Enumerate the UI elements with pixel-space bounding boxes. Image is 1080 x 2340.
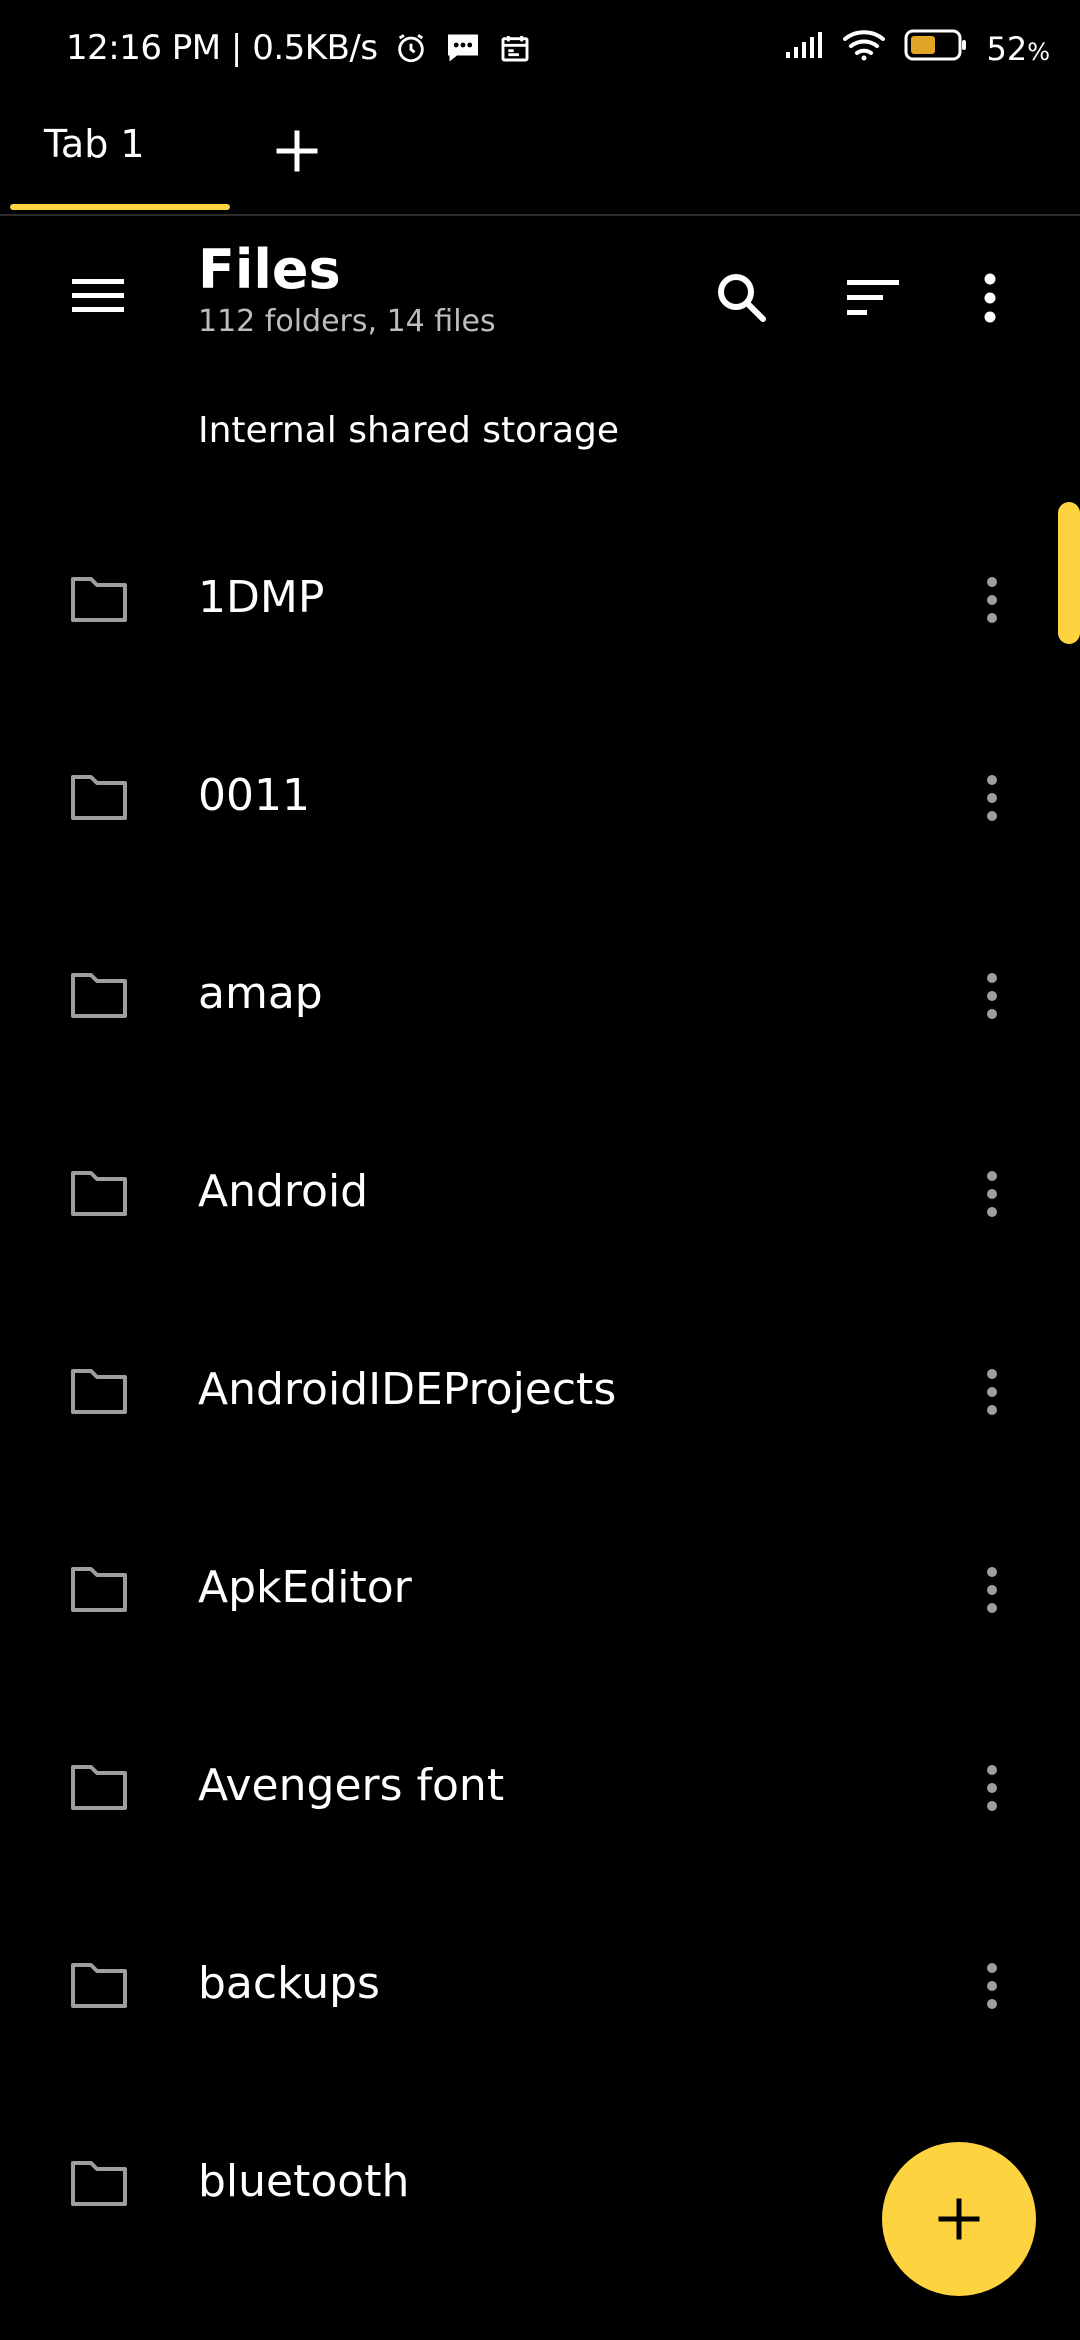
more-vertical-icon xyxy=(984,273,996,323)
add-tab-button[interactable] xyxy=(262,116,332,186)
item-more-button[interactable] xyxy=(962,1354,1022,1430)
more-vertical-icon xyxy=(987,1567,997,1613)
list-item[interactable]: Android xyxy=(0,1094,1060,1292)
plus-icon xyxy=(276,130,318,172)
file-name: 1DMP xyxy=(198,572,325,623)
more-vertical-icon xyxy=(987,1963,997,2009)
list-item[interactable]: amap xyxy=(0,896,1060,1094)
file-name: 0011 xyxy=(198,770,310,821)
more-vertical-icon xyxy=(987,775,997,821)
tab-1[interactable]: Tab 1 xyxy=(10,100,230,210)
item-more-button[interactable] xyxy=(962,562,1022,638)
file-name: bluetooth xyxy=(198,2156,410,2207)
folder-icon xyxy=(71,775,127,820)
folder-file-count: 112 folders, 14 files xyxy=(198,304,496,339)
item-more-button[interactable] xyxy=(962,1552,1022,1628)
folder-icon xyxy=(71,1567,127,1612)
scrollbar-thumb[interactable] xyxy=(1058,502,1080,644)
item-more-button[interactable] xyxy=(962,958,1022,1034)
folder-icon xyxy=(71,1171,127,1216)
folder-icon xyxy=(71,1963,127,2008)
item-more-button[interactable] xyxy=(962,1948,1022,2024)
file-name: backups xyxy=(198,1958,380,2009)
calendar-icon xyxy=(496,29,534,67)
list-item[interactable]: Avengers font xyxy=(0,1688,1060,1886)
list-item[interactable]: AndroidIDEProjects xyxy=(0,1292,1060,1490)
toolbar: Files 112 folders, 14 files xyxy=(0,216,1080,366)
item-more-button[interactable] xyxy=(962,1156,1022,1232)
file-name: ApkEditor xyxy=(198,1562,412,1613)
folder-icon xyxy=(71,973,127,1018)
more-vertical-icon xyxy=(987,1369,997,1415)
plus-icon xyxy=(938,2198,980,2240)
message-icon xyxy=(444,29,482,67)
list-item[interactable]: backups xyxy=(0,1886,1060,2084)
wifi-icon xyxy=(842,28,886,70)
storage-label[interactable]: Internal shared storage xyxy=(198,410,619,451)
alarm-icon xyxy=(392,29,430,67)
status-bar: 12:16 PM | 0.5KB/s 52% xyxy=(0,0,1080,100)
title-block: Files 112 folders, 14 files xyxy=(198,238,496,342)
more-vertical-icon xyxy=(987,1171,997,1217)
folder-icon xyxy=(71,1369,127,1414)
list-item[interactable]: ApkEditor xyxy=(0,1490,1060,1688)
search-icon xyxy=(718,274,766,322)
tab-active-indicator xyxy=(10,204,230,210)
file-name: amap xyxy=(198,968,323,1019)
file-name: AndroidIDEProjects xyxy=(198,1364,617,1415)
battery-level: 52% xyxy=(986,30,1050,68)
list-item[interactable]: 0011 xyxy=(0,698,1060,896)
folder-icon xyxy=(71,577,127,622)
menu-button[interactable] xyxy=(60,258,136,334)
more-vertical-icon xyxy=(987,973,997,1019)
search-button[interactable] xyxy=(702,258,782,338)
status-right: 52% xyxy=(784,28,1050,70)
file-name: Android xyxy=(198,1166,369,1217)
sort-button[interactable] xyxy=(834,258,914,338)
more-options-button[interactable] xyxy=(950,258,1030,338)
status-left: 12:16 PM | 0.5KB/s xyxy=(66,28,534,68)
tab-bar: Tab 1 xyxy=(0,100,1080,216)
signal-icon xyxy=(784,30,824,68)
file-list: 1DMP 0011 amap Android AndroidIDEProject… xyxy=(0,500,1060,2282)
add-fab-button[interactable] xyxy=(882,2142,1036,2296)
folder-icon xyxy=(71,2161,127,2206)
battery-icon xyxy=(904,28,968,70)
page-title: Files xyxy=(198,238,341,301)
folder-icon xyxy=(71,1765,127,1810)
sort-icon xyxy=(847,280,899,315)
hamburger-icon xyxy=(72,279,124,312)
more-vertical-icon xyxy=(987,577,997,623)
list-item[interactable]: 1DMP xyxy=(0,500,1060,698)
tab-label: Tab 1 xyxy=(44,122,145,166)
status-time-speed: 12:16 PM | 0.5KB/s xyxy=(66,28,378,68)
item-more-button[interactable] xyxy=(962,760,1022,836)
item-more-button[interactable] xyxy=(962,1750,1022,1826)
more-vertical-icon xyxy=(987,1765,997,1811)
file-name: Avengers font xyxy=(198,1760,505,1811)
